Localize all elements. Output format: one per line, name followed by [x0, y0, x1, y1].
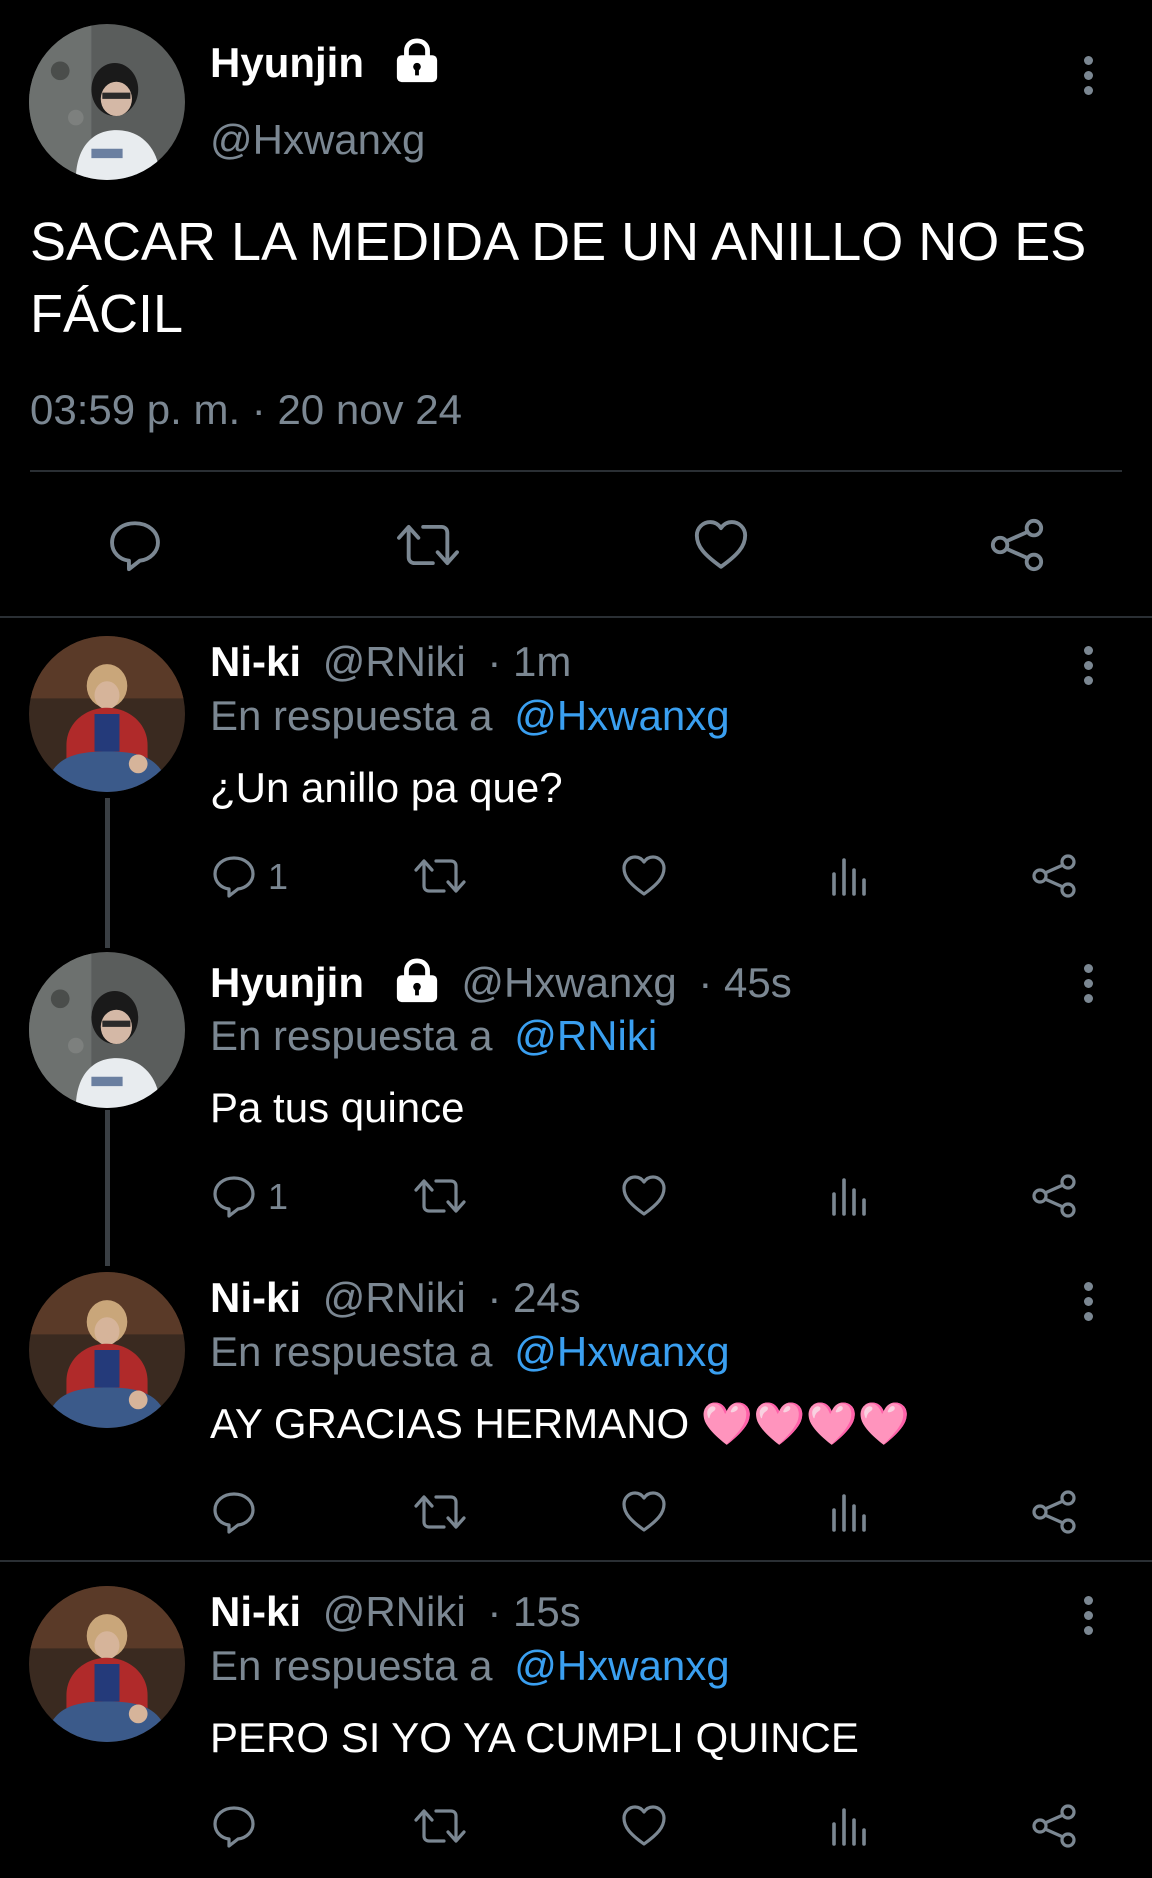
tweet-timestamp: 03:59 p. m. · 20 nov 24	[30, 386, 462, 433]
author-name[interactable]: Ni-ki	[210, 1274, 301, 1321]
author-handle[interactable]: @Hxwanxg	[461, 959, 676, 1006]
more-vertical-icon[interactable]	[1076, 964, 1100, 1014]
reply-to-label: En respuesta a	[210, 1012, 493, 1059]
views-icon[interactable]	[826, 1488, 874, 1536]
reply-time: · 1m	[487, 638, 572, 685]
reply-time: · 15s	[487, 1588, 581, 1635]
reply-time: · 45s	[698, 959, 792, 1007]
heart-icon[interactable]	[620, 852, 668, 900]
author-handle[interactable]: @Hxwanxg	[210, 116, 425, 164]
retweet-icon[interactable]	[394, 516, 462, 574]
lock-icon	[394, 958, 440, 1014]
avatar[interactable]	[29, 1272, 185, 1428]
author-name[interactable]: Ni-ki	[210, 1588, 301, 1635]
thread-line	[105, 1110, 110, 1266]
retweet-icon[interactable]	[412, 1488, 468, 1536]
author-handle[interactable]: @RNiki	[323, 1274, 466, 1321]
avatar[interactable]	[29, 1586, 185, 1742]
reply-count: 1	[268, 1176, 289, 1217]
reply-to-label: En respuesta a	[210, 692, 493, 739]
reply-text: ¿Un anillo pa que?	[210, 764, 563, 811]
reply-to-link[interactable]: @RNiki	[514, 1012, 657, 1059]
share-icon[interactable]	[1030, 1488, 1078, 1536]
author-name[interactable]: Ni-ki	[210, 638, 301, 685]
avatar[interactable]	[29, 636, 185, 792]
more-vertical-icon[interactable]	[1076, 56, 1100, 106]
retweet-icon[interactable]	[412, 1802, 468, 1850]
share-icon[interactable]	[1030, 1802, 1078, 1850]
tweet-text: SACAR LA MEDIDA DE UN ANILLO NO ES FÁCIL	[30, 212, 1087, 344]
author-handle[interactable]: @RNiki	[323, 638, 466, 685]
retweet-icon[interactable]	[412, 852, 468, 900]
share-icon[interactable]	[1030, 852, 1078, 900]
reply-icon[interactable]	[210, 852, 258, 900]
reply-to-link[interactable]: @Hxwanxg	[514, 1328, 729, 1375]
reply-to-label: En respuesta a	[210, 1328, 493, 1375]
heart-icon[interactable]	[620, 1172, 668, 1220]
reply-text: Pa tus quince	[210, 1084, 465, 1131]
views-icon[interactable]	[826, 852, 874, 900]
divider	[30, 470, 1122, 472]
avatar[interactable]	[29, 24, 185, 180]
more-vertical-icon[interactable]	[1076, 1596, 1100, 1646]
reply-to-link[interactable]: @Hxwanxg	[514, 692, 729, 739]
reply-to-label: En respuesta a	[210, 1642, 493, 1689]
share-icon[interactable]	[988, 516, 1046, 574]
reply-icon[interactable]	[210, 1802, 258, 1850]
more-vertical-icon[interactable]	[1076, 646, 1100, 696]
avatar[interactable]	[29, 952, 185, 1108]
views-icon[interactable]	[826, 1172, 874, 1220]
retweet-icon[interactable]	[412, 1172, 468, 1220]
reply-icon[interactable]	[210, 1172, 258, 1220]
heart-icon[interactable]	[620, 1802, 668, 1850]
divider	[0, 616, 1152, 618]
reply-text: PERO SI YO YA CUMPLI QUINCE	[210, 1714, 859, 1761]
reply-text: AY GRACIAS HERMANO 🩷🩷🩷🩷	[210, 1400, 911, 1447]
author-name[interactable]: Hyunjin	[210, 39, 364, 86]
more-vertical-icon[interactable]	[1076, 1282, 1100, 1332]
divider	[0, 1560, 1152, 1562]
reply-to-link[interactable]: @Hxwanxg	[514, 1642, 729, 1689]
author-handle[interactable]: @RNiki	[323, 1588, 466, 1635]
lock-icon	[394, 38, 440, 94]
heart-icon[interactable]	[620, 1488, 668, 1536]
thread-line	[105, 798, 110, 948]
reply-time: · 24s	[487, 1274, 581, 1321]
reply-icon[interactable]	[106, 516, 164, 574]
share-icon[interactable]	[1030, 1172, 1078, 1220]
reply-count: 1	[268, 856, 289, 897]
heart-icon[interactable]	[692, 516, 750, 574]
reply-icon[interactable]	[210, 1488, 258, 1536]
views-icon[interactable]	[826, 1802, 874, 1850]
author-name[interactable]: Hyunjin	[210, 959, 364, 1006]
